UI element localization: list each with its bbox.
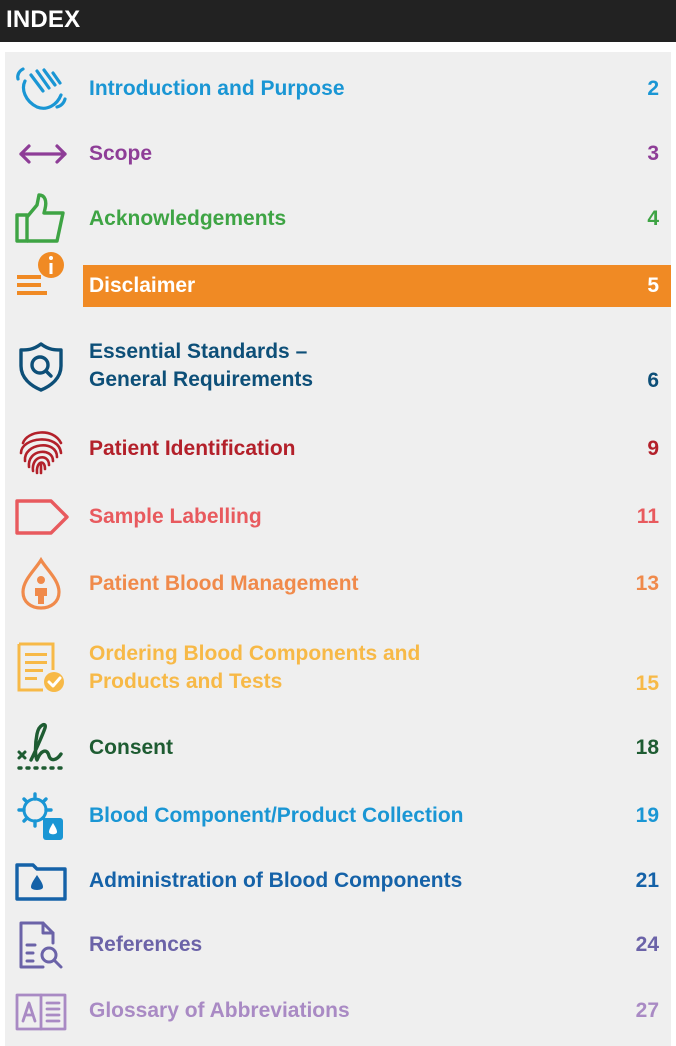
index-entry-disclaimer[interactable]: Disclaimer 5	[5, 252, 671, 307]
index-entry-patient-blood-management[interactable]: Patient Blood Management 13	[5, 550, 671, 618]
entry-label: Consent	[89, 736, 173, 759]
index-entry-sample-labelling[interactable]: Sample Labelling 11	[5, 484, 671, 550]
entry-label: Disclaimer	[89, 274, 196, 297]
entry-label: Essential Standards – General Requiremen…	[89, 338, 313, 394]
entry-label: Introduction and Purpose	[89, 77, 345, 100]
entry-label-line2: Products and Tests	[89, 670, 283, 693]
index-title: INDEX	[6, 6, 81, 33]
entry-page-number: 2	[647, 77, 659, 100]
index-entry-glossary[interactable]: Glossary of Abbreviations 27	[5, 980, 671, 1042]
entry-page-number: 9	[647, 437, 659, 460]
entry-label-line1: Essential Standards –	[89, 340, 308, 363]
entry-page-number: 6	[647, 369, 659, 392]
waving-hand-icon	[13, 61, 69, 117]
shield-search-icon	[13, 338, 69, 394]
entry-page-number: 11	[636, 505, 659, 528]
blood-drop-person-icon	[13, 556, 69, 612]
entry-page-number: 3	[647, 142, 659, 165]
index-entry-blood-component-collection[interactable]: Blood Component/Product Collection 19	[5, 784, 671, 848]
folder-drop-icon	[13, 853, 69, 909]
fingerprint-icon	[13, 421, 69, 477]
double-arrow-icon	[13, 126, 69, 182]
entry-label: Blood Component/Product Collection	[89, 804, 464, 827]
index-entry-references[interactable]: References 24	[5, 914, 671, 976]
entry-label: Scope	[89, 142, 153, 165]
entry-page-number: 21	[635, 869, 659, 892]
index-entry-consent[interactable]: Consent 18	[5, 712, 671, 784]
entry-page-number: 19	[635, 804, 659, 827]
entry-page-number: 18	[635, 736, 659, 759]
gear-blood-bag-icon	[13, 788, 69, 844]
index-entry-acknowledgements[interactable]: Acknowledgements 4	[5, 186, 671, 252]
entry-label: Sample Labelling	[89, 505, 262, 528]
entry-page-number: 4	[647, 207, 659, 230]
info-alert-icon	[13, 247, 69, 303]
entry-label-line2: General Requirements	[89, 368, 314, 391]
entry-label: References	[89, 933, 203, 956]
entry-label: Glossary of Abbreviations	[89, 999, 350, 1022]
entry-page-number: 27	[635, 999, 659, 1022]
thumbs-up-icon	[13, 191, 69, 247]
entry-page-number: 24	[635, 933, 659, 956]
index-entry-patient-identification[interactable]: Patient Identification 9	[5, 416, 671, 482]
book-glossary-icon	[13, 983, 69, 1039]
signature-icon	[13, 720, 69, 776]
entry-label: Administration of Blood Components	[89, 869, 463, 892]
entry-label: Ordering Blood Components and Products a…	[89, 640, 420, 696]
index-entry-introduction[interactable]: Introduction and Purpose 2	[5, 56, 671, 122]
index-entry-scope[interactable]: Scope 3	[5, 122, 671, 186]
index-entry-ordering-blood-components[interactable]: Ordering Blood Components and Products a…	[5, 628, 671, 708]
entry-label: Acknowledgements	[89, 207, 287, 230]
entry-page-number: 5	[647, 274, 659, 297]
entry-label: Patient Blood Management	[89, 572, 359, 595]
entry-label-line1: Ordering Blood Components and	[89, 642, 421, 665]
index-entry-administration[interactable]: Administration of Blood Components 21	[5, 850, 671, 912]
index-entry-essential-standards[interactable]: Essential Standards – General Requiremen…	[5, 325, 671, 407]
index-header: INDEX	[0, 0, 676, 42]
entry-page-number: 13	[635, 572, 659, 595]
entry-label: Patient Identification	[89, 437, 296, 460]
entry-page-number: 15	[635, 672, 659, 695]
tag-label-icon	[13, 489, 69, 545]
document-search-icon	[13, 917, 69, 973]
order-form-check-icon	[13, 640, 69, 696]
